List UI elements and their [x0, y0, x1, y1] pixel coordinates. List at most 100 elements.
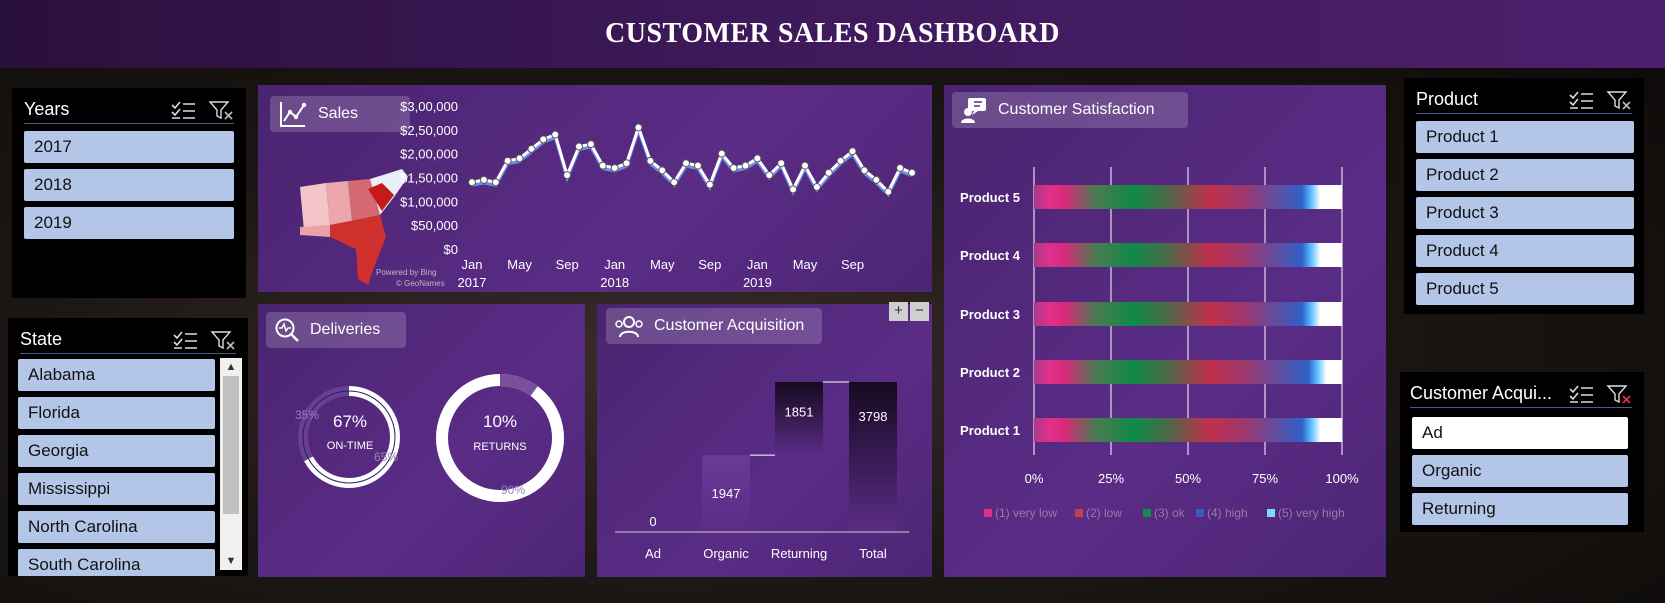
sat-category-label: Product 4 — [960, 248, 1021, 263]
sales-data-point — [563, 171, 572, 180]
acquisition-category-label: Ad — [645, 546, 661, 561]
x-tick-label: May — [650, 257, 675, 272]
state-item-georgia[interactable]: Georgia — [18, 435, 215, 467]
clear-filter-icon[interactable] — [1606, 383, 1632, 405]
years-item-2019[interactable]: 2019 — [24, 207, 234, 239]
product-item-4[interactable]: Product 4 — [1416, 235, 1634, 267]
product-slicer-header: Product — [1416, 86, 1632, 114]
sales-data-point — [753, 154, 762, 163]
acq-item-organic[interactable]: Organic — [1412, 455, 1628, 487]
y-tick-label: $0 — [444, 242, 458, 257]
acquisition-bar — [849, 382, 897, 532]
acq-item-ad[interactable]: Ad — [1412, 417, 1628, 449]
ontime-small-b: 65% — [374, 450, 399, 464]
legend-swatch — [984, 509, 992, 517]
state-item-alabama[interactable]: Alabama — [18, 359, 215, 391]
x-tick-label: Jan — [747, 257, 768, 272]
sales-tag: Sales — [270, 96, 410, 132]
line-chart-icon — [280, 102, 307, 127]
years-slicer-header: Years — [24, 96, 234, 124]
sat-bar — [1034, 360, 1342, 384]
years-item-2017[interactable]: 2017 — [24, 131, 234, 163]
sales-data-point — [634, 123, 643, 132]
sales-data-point — [789, 185, 798, 194]
sales-data-point — [622, 159, 631, 168]
deliveries-tag: Deliveries — [266, 312, 406, 348]
scrollbar-thumb[interactable] — [223, 376, 239, 514]
legend-label: (2) low — [1086, 506, 1122, 520]
legend-swatch — [1196, 509, 1204, 517]
state-scrollbar[interactable]: ▲ ▼ — [220, 358, 242, 570]
legend-label: (1) very low — [995, 506, 1057, 520]
acquisition-data-label: 1851 — [785, 405, 814, 420]
sat-category-label: Product 2 — [960, 365, 1020, 380]
page-title: CUSTOMER SALES DASHBOARD — [605, 18, 1060, 49]
legend-label: (4) high — [1207, 506, 1248, 520]
y-tick-label: $50,000 — [411, 218, 458, 233]
legend-swatch — [1075, 509, 1083, 517]
y-tick-label: $1,00,000 — [400, 194, 458, 209]
years-slicer: Years 2017 2018 2019 — [12, 88, 246, 298]
legend-label: (5) very high — [1278, 506, 1345, 520]
y-tick-label: $2,00,000 — [400, 147, 458, 162]
sales-data-point — [598, 161, 607, 170]
satisfaction-panel: Customer Satisfaction 0% 25% 50% 75% 100% Pro… — [944, 85, 1386, 577]
returns-donut — [436, 374, 564, 502]
sat-bar — [1034, 418, 1342, 442]
product-item-1[interactable]: Product 1 — [1416, 121, 1634, 153]
years-item-2018[interactable]: 2018 — [24, 169, 234, 201]
x-tick-label: May — [507, 257, 532, 272]
sales-data-point — [872, 175, 881, 184]
clear-filter-icon[interactable] — [1606, 89, 1632, 111]
multi-select-icon[interactable] — [170, 99, 196, 121]
sales-data-point — [741, 161, 750, 170]
product-item-5[interactable]: Product 5 — [1416, 273, 1634, 305]
sales-data-point — [884, 187, 893, 196]
state-item-mississippi[interactable]: Mississippi — [18, 473, 215, 505]
sales-data-point — [646, 156, 655, 165]
multi-select-icon[interactable] — [172, 329, 198, 351]
acquisition-slicer: Customer Acqui... Ad Organic Returning — [1400, 372, 1644, 532]
x-tick-label: Jan — [604, 257, 625, 272]
sales-data-point — [658, 166, 667, 175]
multi-select-icon[interactable] — [1568, 89, 1594, 111]
acq-item-returning[interactable]: Returning — [1412, 493, 1628, 525]
clear-filter-icon[interactable] — [208, 99, 234, 121]
product-item-3[interactable]: Product 3 — [1416, 197, 1634, 229]
scroll-down-icon[interactable]: ▼ — [220, 552, 242, 570]
sales-data-point — [491, 178, 500, 187]
state-item-north-carolina[interactable]: North Carolina — [18, 511, 215, 543]
years-slicer-title: Years — [24, 99, 70, 119]
product-slicer-title: Product — [1416, 89, 1479, 109]
sales-data-point — [610, 163, 619, 172]
sales-data-point — [908, 168, 916, 177]
sales-data-point — [800, 161, 809, 170]
legend-swatch — [1143, 509, 1151, 517]
state-item-florida[interactable]: Florida — [18, 397, 215, 429]
acquisition-slicer-header: Customer Acqui... — [1410, 380, 1632, 408]
x-year-label: 2018 — [600, 275, 629, 290]
sat-x-tick-label: 100% — [1325, 471, 1359, 486]
returns-small: 90% — [501, 483, 526, 497]
acquisition-data-label: 1947 — [712, 486, 741, 501]
ontime-donut — [298, 386, 400, 488]
acquisition-category-label: Total — [859, 546, 887, 561]
multi-select-icon[interactable] — [1568, 383, 1594, 405]
sat-x-tick-label: 50% — [1175, 471, 1201, 486]
x-year-label: 2019 — [743, 275, 772, 290]
sales-series-shadow — [471, 125, 913, 198]
acquisition-slicer-title: Customer Acqui... — [1410, 383, 1553, 403]
product-item-2[interactable]: Product 2 — [1416, 159, 1634, 191]
clear-filter-icon[interactable] — [210, 329, 236, 351]
sat-bar — [1034, 185, 1342, 209]
sales-data-point — [848, 147, 857, 156]
acquisition-data-label: 0 — [649, 514, 656, 529]
state-item-south-carolina[interactable]: South Carolina — [18, 549, 215, 576]
scroll-up-icon[interactable]: ▲ — [220, 358, 242, 376]
legend-swatch — [1267, 509, 1275, 517]
sales-data-point — [705, 180, 714, 189]
sales-data-point — [812, 183, 821, 192]
sales-data-point — [575, 142, 584, 151]
returns-label: RETURNS — [473, 441, 527, 453]
y-tick-label: $1,50,000 — [400, 171, 458, 186]
